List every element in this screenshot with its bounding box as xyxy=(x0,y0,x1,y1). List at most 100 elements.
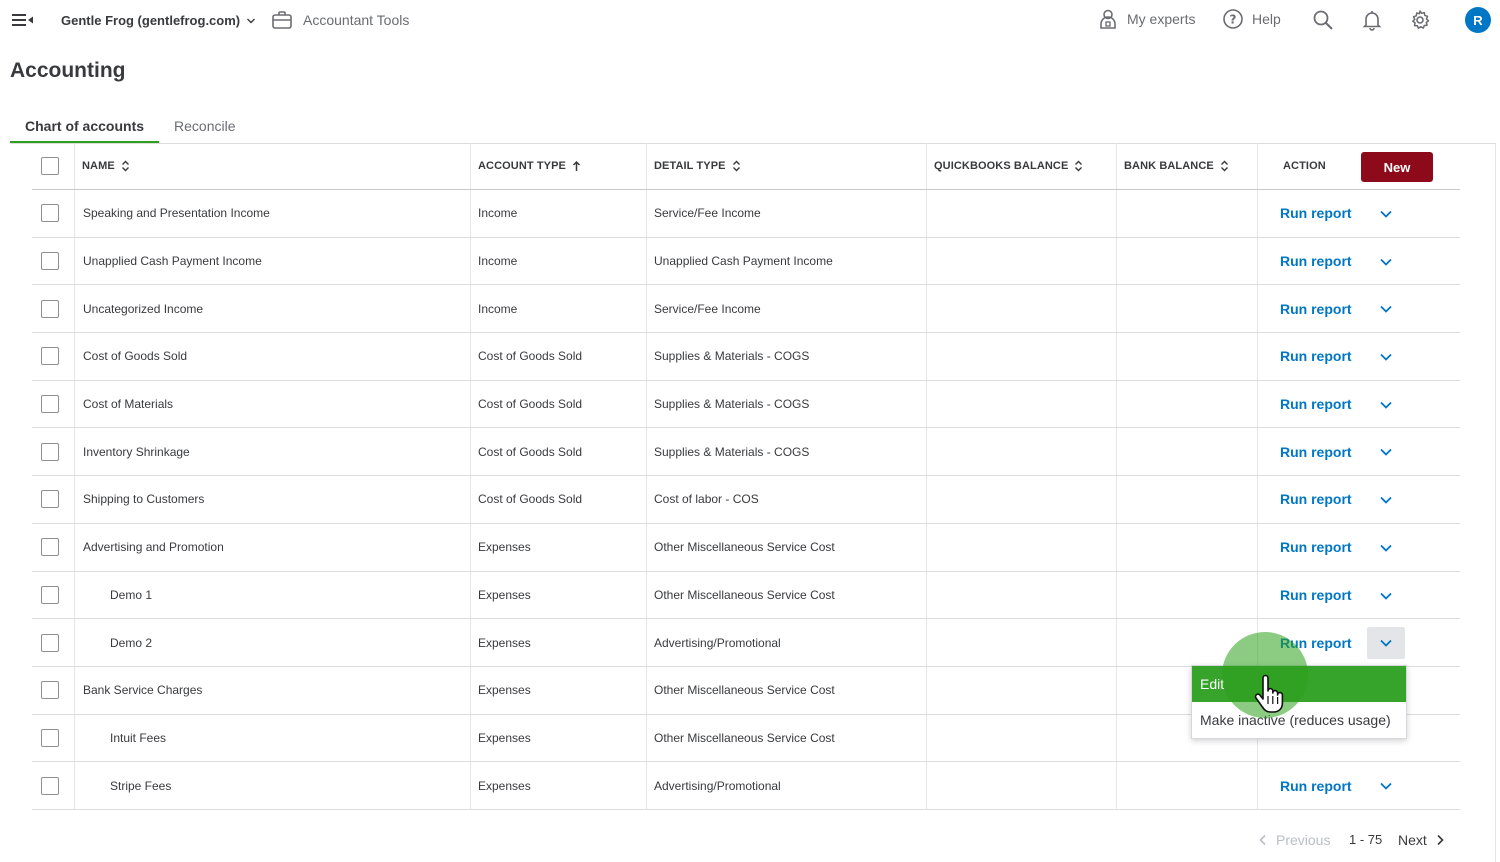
row-checkbox[interactable] xyxy=(41,442,59,461)
column-divider xyxy=(470,619,471,666)
column-header-account-type[interactable]: ACCOUNT TYPE xyxy=(478,143,581,189)
row-checkbox[interactable] xyxy=(41,776,59,795)
row-action-menu-button[interactable] xyxy=(1367,341,1405,373)
tab-reconcile[interactable]: Reconcile xyxy=(159,112,250,144)
column-divider xyxy=(926,666,927,714)
new-account-button[interactable]: New xyxy=(1361,152,1433,182)
row-checkbox-cell xyxy=(41,619,59,666)
run-report-link[interactable]: Run report xyxy=(1280,539,1352,555)
row-action-menu-button[interactable] xyxy=(1367,484,1405,516)
column-divider xyxy=(1257,190,1258,237)
pagination-next[interactable]: Next xyxy=(1398,832,1445,848)
column-divider xyxy=(1116,762,1117,809)
notification-bell-icon[interactable] xyxy=(1361,9,1383,31)
column-header-name[interactable]: NAME xyxy=(82,143,130,189)
column-divider xyxy=(1116,428,1117,476)
row-checkbox[interactable] xyxy=(41,585,59,604)
column-divider xyxy=(646,571,647,619)
column-divider xyxy=(646,428,647,476)
run-report-link[interactable]: Run report xyxy=(1280,205,1352,221)
column-header-quickbooks-balance[interactable]: QUICKBOOKS BALANCE xyxy=(934,143,1083,189)
run-report-link[interactable]: Run report xyxy=(1280,301,1352,317)
row-action-menu-button[interactable] xyxy=(1367,627,1405,660)
row-checkbox[interactable] xyxy=(41,347,59,366)
column-divider xyxy=(74,285,75,333)
account-type: Income xyxy=(478,301,518,316)
company-name: Gentle Frog (gentlefrog.com) xyxy=(61,13,241,28)
row-action-menu-button[interactable] xyxy=(1367,293,1405,325)
row-checkbox[interactable] xyxy=(41,490,59,509)
column-divider xyxy=(646,619,647,666)
column-divider xyxy=(1257,523,1258,571)
my-experts-button[interactable]: My experts xyxy=(1097,8,1195,30)
row-action-menu-button[interactable] xyxy=(1367,246,1405,278)
column-divider xyxy=(646,666,647,714)
my-experts-label: My experts xyxy=(1127,11,1196,27)
row-checkbox[interactable] xyxy=(41,681,59,700)
account-type: Cost of Goods Sold xyxy=(478,444,583,459)
account-type: Expenses xyxy=(478,683,531,698)
gear-icon[interactable] xyxy=(1409,9,1431,31)
column-divider xyxy=(1257,476,1258,523)
run-report-link[interactable]: Run report xyxy=(1280,635,1352,651)
run-report-link[interactable]: Run report xyxy=(1280,396,1352,412)
row-action-menu-button[interactable] xyxy=(1367,198,1405,230)
row-action-menu-button[interactable] xyxy=(1367,770,1405,802)
run-report-link[interactable]: Run report xyxy=(1280,491,1352,507)
table-row: Demo 2 Expenses Advertising/Promotional Run… xyxy=(32,619,1460,667)
column-divider xyxy=(470,428,471,476)
run-report-link[interactable]: Run report xyxy=(1280,778,1352,794)
row-checkbox[interactable] xyxy=(41,299,59,318)
column-header-detail-type[interactable]: DETAIL TYPE xyxy=(654,143,741,189)
account-name: Shipping to Customers xyxy=(83,492,205,507)
run-report-link[interactable]: Run report xyxy=(1280,444,1352,460)
pagination-previous[interactable]: Previous xyxy=(1258,832,1330,848)
column-divider xyxy=(74,666,75,714)
column-divider xyxy=(470,523,471,571)
chevron-down-icon xyxy=(1380,449,1392,457)
row-action-menu-button[interactable] xyxy=(1367,532,1405,564)
row-action-menu-button[interactable] xyxy=(1367,436,1405,468)
tab-chart-of-accounts[interactable]: Chart of accounts xyxy=(10,112,160,144)
accountant-tools-button[interactable]: Accountant Tools xyxy=(271,9,409,31)
dropdown-item-edit[interactable]: Edit xyxy=(1192,666,1406,702)
chevron-down-icon xyxy=(1380,353,1392,361)
row-action-menu-button[interactable] xyxy=(1367,580,1405,612)
search-icon[interactable] xyxy=(1312,9,1334,31)
run-report-link[interactable]: Run report xyxy=(1280,253,1352,269)
run-report-link[interactable]: Run report xyxy=(1280,348,1352,364)
row-checkbox[interactable] xyxy=(41,538,59,557)
row-checkbox[interactable] xyxy=(41,395,59,414)
account-type: Cost of Goods Sold xyxy=(478,349,583,364)
column-header-bank-balance[interactable]: BANK BALANCE xyxy=(1124,143,1229,189)
sort-both-icon xyxy=(121,160,129,172)
account-name: Cost of Goods Sold xyxy=(83,349,188,364)
table-row: Unapplied Cash Payment Income Income Unapp… xyxy=(32,237,1460,286)
row-checkbox-cell xyxy=(41,428,59,475)
company-switcher[interactable]: Gentle Frog (gentlefrog.com) xyxy=(61,13,256,28)
pagination-previous-label: Previous xyxy=(1276,832,1331,848)
column-divider xyxy=(646,143,647,189)
account-name: Inventory Shrinkage xyxy=(83,444,190,459)
row-checkbox[interactable] xyxy=(41,633,59,652)
column-header-detail-type-label: DETAIL TYPE xyxy=(654,160,726,172)
column-divider xyxy=(74,428,75,476)
row-checkbox[interactable] xyxy=(41,728,59,747)
sort-both-icon xyxy=(732,160,740,172)
run-report-link[interactable]: Run report xyxy=(1280,587,1352,603)
account-type: Cost of Goods Sold xyxy=(478,397,583,412)
dropdown-item-make-inactive[interactable]: Make inactive (reduces usage) xyxy=(1192,702,1406,738)
select-all-checkbox[interactable] xyxy=(41,157,59,175)
hamburger-menu-icon[interactable] xyxy=(12,12,34,28)
column-divider xyxy=(1116,190,1117,237)
column-divider xyxy=(646,762,647,809)
account-name: Demo 1 xyxy=(110,587,153,602)
row-checkbox[interactable] xyxy=(41,204,59,223)
help-button[interactable]: ? Help xyxy=(1222,8,1281,30)
row-checkbox-cell xyxy=(41,381,59,428)
row-action-menu-button[interactable] xyxy=(1367,389,1405,421)
row-checkbox[interactable] xyxy=(41,252,59,271)
column-divider xyxy=(470,571,471,619)
column-divider xyxy=(1116,380,1117,428)
user-avatar[interactable]: R xyxy=(1465,7,1491,33)
